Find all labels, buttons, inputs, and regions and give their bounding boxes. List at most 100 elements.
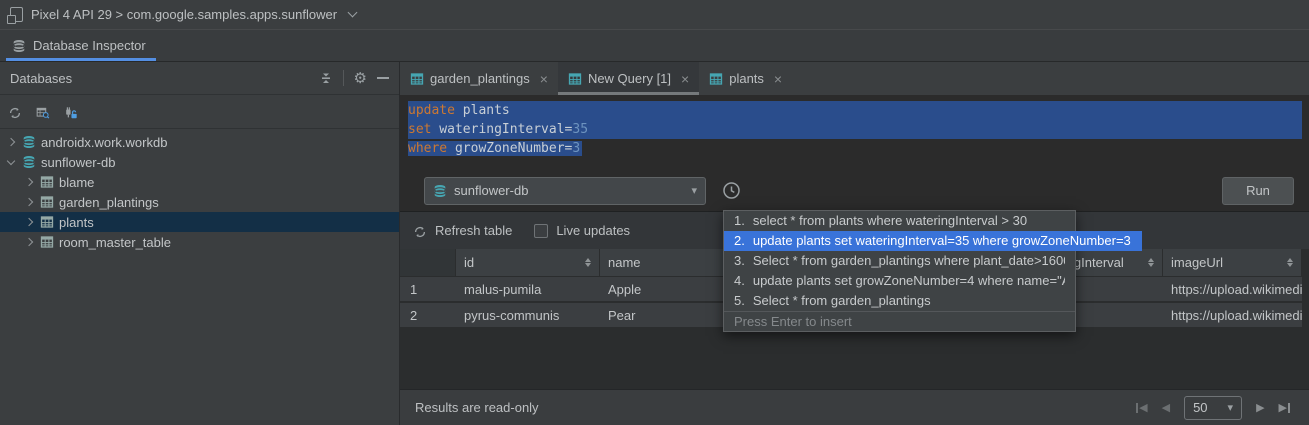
hide-panel-icon[interactable]	[377, 77, 389, 79]
database-select-value: sunflower-db	[454, 183, 528, 198]
database-icon	[22, 155, 36, 169]
history-item-5[interactable]: 5.Select * from garden_plantings	[724, 291, 1075, 311]
chevron-collapsed-icon[interactable]	[25, 178, 33, 186]
history-item-number: 3.	[734, 251, 745, 271]
tree-item-label: sunflower-db	[41, 155, 115, 170]
sql-token: 35	[572, 122, 588, 137]
tree-item-label: room_master_table	[59, 235, 171, 250]
tree-item-garden_plantings[interactable]: garden_plantings	[0, 192, 399, 212]
popup-hint: Press Enter to insert	[724, 311, 1075, 331]
chevron-collapsed-icon[interactable]	[7, 138, 15, 146]
page-size-select[interactable]: 50 ▾	[1184, 396, 1242, 420]
sql-editor[interactable]: update plantsset wateringInterval=35wher…	[400, 95, 1309, 170]
tree-item-sunflower-db[interactable]: sunflower-db	[0, 152, 399, 172]
close-icon[interactable]: ×	[540, 71, 548, 87]
history-item-query: Select * from garden_plantings where pla…	[753, 251, 1065, 271]
gear-icon[interactable]: ⚙	[354, 71, 367, 86]
tree-item-label: blame	[59, 175, 94, 190]
divider	[343, 70, 344, 86]
history-item-4[interactable]: 4.update plants set growZoneNumber=4 whe…	[724, 271, 1075, 291]
editor-tab-plants[interactable]: plants×	[699, 62, 792, 95]
history-item-number: 1.	[734, 211, 745, 231]
table-icon	[40, 195, 54, 209]
chevron-collapsed-icon[interactable]	[25, 238, 33, 246]
first-page-icon[interactable]: ◀	[1136, 401, 1147, 414]
collapse-all-icon[interactable]	[319, 71, 333, 85]
tree-item-label: androidx.work.workdb	[41, 135, 167, 150]
column-header-id[interactable]: id	[456, 249, 600, 276]
next-page-icon[interactable]: ▶	[1256, 401, 1264, 414]
tree-item-plants[interactable]: plants	[0, 212, 399, 232]
editor-tabs: garden_plantings×New Query [1]×plants×	[400, 62, 1309, 95]
editor-tab-label: New Query [1]	[588, 71, 671, 86]
chevron-collapsed-icon[interactable]	[25, 198, 33, 206]
close-icon[interactable]: ×	[774, 71, 782, 87]
device-selector-label[interactable]: Pixel 4 API 29 > com.google.samples.apps…	[31, 7, 337, 22]
sort-icon[interactable]	[1287, 258, 1293, 267]
pagination: ◀ ◀ 50 ▾ ▶ ▶	[1136, 396, 1290, 420]
device-icon	[10, 7, 23, 22]
tree-item-label: garden_plantings	[59, 195, 159, 210]
history-item-query: update plants set growZoneNumber=4 where…	[753, 271, 1065, 291]
sort-icon[interactable]	[1148, 258, 1154, 267]
column-header-rownum	[400, 249, 456, 276]
results-status-bar: Results are read-only ◀ ◀ 50 ▾ ▶ ▶	[400, 389, 1309, 425]
selected-tab-underline	[6, 58, 156, 61]
history-item-1[interactable]: 1. select * from plants where wateringInt…	[724, 211, 1075, 231]
table-cell: pyrus-communis	[456, 303, 600, 327]
table-icon	[568, 72, 582, 86]
last-page-icon[interactable]: ▶	[1279, 401, 1290, 414]
sql-line: update plants	[408, 101, 1302, 120]
sql-token: plants	[455, 103, 510, 118]
sql-token: where	[408, 141, 447, 156]
history-item-query: Select * from garden_plantings	[753, 291, 931, 311]
sql-line: set wateringInterval=35	[408, 120, 1302, 139]
close-icon[interactable]: ×	[681, 71, 689, 87]
query-table-icon[interactable]	[36, 105, 50, 119]
chevron-down-icon[interactable]	[348, 8, 358, 18]
history-item-3[interactable]: 3. Select * from garden_plantings where p…	[724, 251, 1075, 271]
query-controls: sunflower-db ▾ Run	[400, 170, 1309, 212]
column-header-label: name	[608, 255, 641, 270]
editor-tab-new-query-1-[interactable]: New Query [1] ×	[558, 62, 699, 95]
history-item-query: select * from plants where wateringInter…	[753, 211, 1027, 231]
history-item-query: update plants set wateringInterval=35 wh…	[753, 231, 1131, 251]
column-header-imageUrl[interactable]: imageUrl	[1163, 249, 1302, 276]
database-icon	[433, 184, 447, 198]
chevron-down-icon: ▾	[691, 184, 697, 197]
sql-token: wateringInterval=	[431, 122, 572, 137]
chevron-expanded-icon[interactable]	[7, 156, 15, 164]
table-icon	[40, 235, 54, 249]
tree-item-room_master_table[interactable]: room_master_table	[0, 232, 399, 252]
sql-token: set	[408, 122, 431, 137]
editor-tab-garden-plantings[interactable]: garden_plantings ×	[400, 62, 558, 95]
query-history-icon[interactable]	[722, 181, 741, 200]
database-select[interactable]: sunflower-db ▾	[424, 177, 706, 205]
sort-icon[interactable]	[585, 258, 591, 267]
table-cell: malus-pumila	[456, 277, 600, 301]
tree-item-androidx.work.workdb[interactable]: androidx.work.workdb	[0, 132, 399, 152]
editor-tab-label: garden_plantings	[430, 71, 530, 86]
tree-item-label: plants	[59, 215, 94, 230]
history-item-2[interactable]: 2.update plants set wateringInterval=35 …	[724, 231, 1142, 251]
refresh-icon[interactable]	[8, 105, 22, 119]
column-header-label: id	[464, 255, 474, 270]
database-stack-icon	[12, 39, 26, 53]
table-icon	[40, 215, 54, 229]
keep-connections-open-icon[interactable]	[64, 105, 78, 119]
refresh-table-label[interactable]: Refresh table	[435, 223, 512, 238]
tab-database-inspector[interactable]: Database Inspector	[0, 30, 160, 61]
tree-item-blame[interactable]: blame	[0, 172, 399, 192]
column-header-label: imageUrl	[1171, 255, 1223, 270]
database-tree: androidx.work.workdb sunflower-db blame gar…	[0, 129, 399, 252]
table-cell: 1	[400, 277, 456, 301]
live-updates-checkbox[interactable]	[534, 224, 548, 238]
table-icon	[40, 175, 54, 189]
previous-page-icon[interactable]: ◀	[1162, 401, 1170, 414]
refresh-table-icon[interactable]	[413, 224, 427, 238]
sql-token: 3	[572, 141, 580, 156]
chevron-collapsed-icon[interactable]	[25, 218, 33, 226]
table-cell: https://upload.wikimedi	[1163, 277, 1302, 301]
table-icon	[709, 72, 723, 86]
run-button[interactable]: Run	[1222, 177, 1294, 205]
